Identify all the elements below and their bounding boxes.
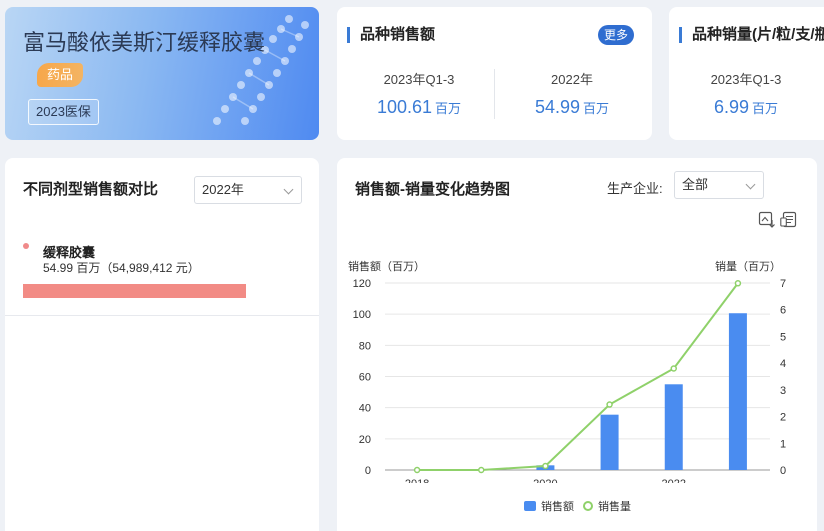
volume-metric-card: 品种销量(片/粒/支/瓶) 2023年Q1-3 6.99 百万 bbox=[669, 7, 824, 140]
company-label: 生产企业: bbox=[607, 181, 663, 196]
bar-sales bbox=[600, 414, 619, 470]
year-select-value: 2022年 bbox=[202, 182, 244, 197]
y-tick-label-left: 60 bbox=[359, 372, 371, 384]
legend-label: 销售量 bbox=[598, 501, 631, 513]
x-tick-label: 2018 bbox=[405, 478, 429, 483]
y-tick-label-left: 80 bbox=[359, 340, 371, 352]
metric-value: 100.61 百万 bbox=[376, 97, 462, 117]
y-tick-label-left: 0 bbox=[365, 465, 371, 477]
metric-value: 54.99 百万 bbox=[534, 97, 610, 117]
dosage-card-title: 不同剂型销售额对比 bbox=[23, 181, 159, 198]
dosage-comparison-card: 不同剂型销售额对比 2022年 缓释胶囊 54.99 百万（54,989,412… bbox=[5, 158, 319, 531]
y-tick-label-left: 120 bbox=[353, 278, 371, 290]
metric-value: 6.99 百万 bbox=[713, 97, 779, 117]
y-tick-label-right: 0 bbox=[780, 465, 786, 477]
x-tick-label: 2022 bbox=[662, 478, 686, 483]
chevron-down-icon bbox=[745, 179, 756, 190]
point-volume bbox=[413, 466, 421, 474]
sales-metric-card: 品种销售额 更多 2023年Q1-3 100.61 百万 2022年 54.99 百… bbox=[337, 7, 652, 140]
metric-period: 2022年 bbox=[551, 72, 593, 87]
metric-period: 2023年Q1-3 bbox=[710, 72, 782, 87]
volume-card-title: 品种销量(片/粒/支/瓶) bbox=[679, 27, 824, 43]
y-tick-label-left: 100 bbox=[353, 309, 371, 321]
chevron-down-icon bbox=[283, 184, 294, 195]
bar-sales bbox=[728, 313, 747, 470]
y-tick-label-right: 4 bbox=[780, 358, 786, 370]
legend-line-icon bbox=[583, 501, 593, 511]
divider bbox=[5, 315, 319, 316]
legend-bar-icon bbox=[524, 501, 536, 511]
y-tick-label-right: 3 bbox=[780, 385, 786, 397]
product-title: 富马酸依美斯汀缓释胶囊 bbox=[23, 30, 266, 55]
x-tick-label: 2020 bbox=[533, 478, 557, 483]
bar-sales bbox=[664, 384, 683, 470]
legend-item-sales[interactable]: 销售额 bbox=[524, 498, 574, 514]
y-tick-label-right: 7 bbox=[780, 278, 786, 290]
y-tick-label-right: 5 bbox=[780, 331, 786, 343]
sales-metric-2022: 2022年 54.99 百万 bbox=[502, 69, 642, 118]
point-volume bbox=[734, 280, 742, 287]
y-axis-title-left: 销售额（百万） bbox=[348, 261, 425, 273]
more-button[interactable]: 更多 bbox=[598, 25, 634, 45]
company-select-value: 全部 bbox=[682, 177, 709, 192]
sales-volume-chart: 0 20 40 60 80 100 120 0 1 2 3 4 5 6 7 2018 2020 2022 bbox=[353, 278, 786, 483]
insurance-badge: 2023医保 bbox=[28, 99, 99, 125]
point-volume bbox=[670, 365, 677, 372]
point-volume bbox=[478, 466, 485, 474]
divider bbox=[494, 69, 495, 119]
metric-period: 2023年Q1-3 bbox=[383, 72, 455, 87]
y-axis-title-right: 销量（百万） bbox=[715, 261, 781, 273]
legend-dot-icon bbox=[23, 243, 29, 249]
sales-metric-2023: 2023年Q1-3 100.61 百万 bbox=[349, 69, 489, 118]
legend-label: 销售额 bbox=[541, 501, 574, 513]
download-image-icon[interactable] bbox=[758, 211, 776, 229]
y-tick-label-left: 40 bbox=[359, 403, 371, 415]
dosage-bar bbox=[23, 284, 246, 298]
y-tick-label-right: 1 bbox=[780, 438, 786, 450]
volume-metric-2023: 2023年Q1-3 6.99 百万 bbox=[681, 69, 811, 118]
point-volume bbox=[542, 462, 549, 470]
sales-card-title: 品种销售额 bbox=[347, 27, 435, 43]
trend-card-title: 销售额-销量变化趋势图 bbox=[355, 181, 510, 198]
y-tick-label-right: 2 bbox=[780, 412, 786, 424]
year-select[interactable]: 2022年 bbox=[194, 176, 302, 204]
dosage-value: 54.99 百万（54,989,412 元） bbox=[43, 261, 200, 275]
trend-chart-card: 销售额-销量变化趋势图 生产企业: 全部 销售额（百万） 销量（百万） 0 20 4… bbox=[337, 158, 817, 531]
point-volume bbox=[606, 401, 613, 408]
legend-item-volume[interactable]: 销售量 bbox=[583, 498, 631, 514]
y-tick-label-left: 20 bbox=[359, 434, 371, 446]
drug-tag: 药品 bbox=[37, 63, 83, 87]
company-select[interactable]: 全部 bbox=[674, 171, 764, 199]
data-view-icon[interactable] bbox=[780, 211, 798, 229]
product-hero-card: 富马酸依美斯汀缓释胶囊 药品 2023医保 bbox=[5, 7, 319, 140]
y-tick-label-right: 6 bbox=[780, 305, 786, 317]
